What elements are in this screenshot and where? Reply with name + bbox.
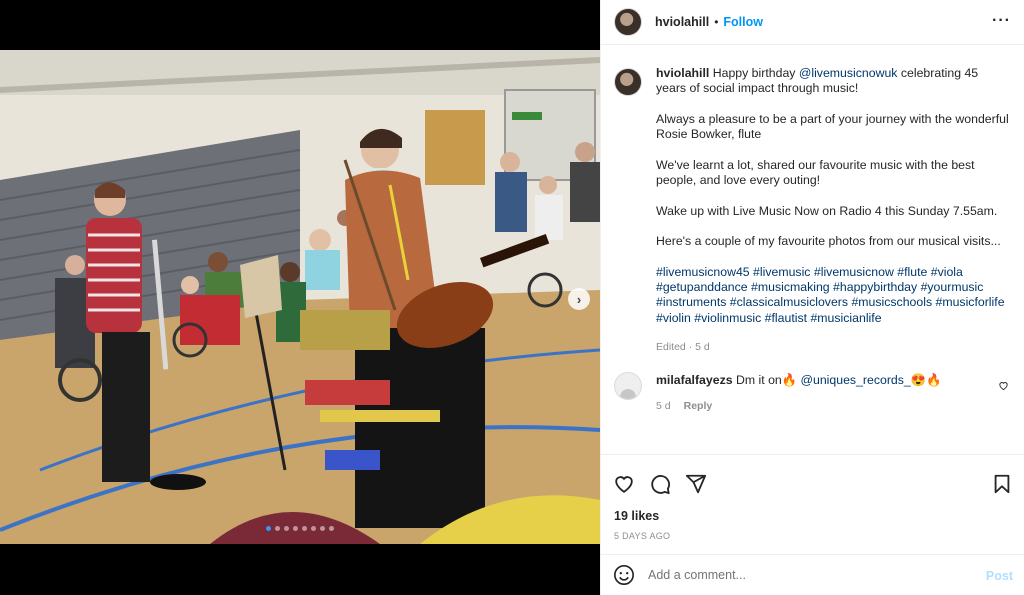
post-photo[interactable] xyxy=(0,50,600,544)
commenter-username[interactable]: milafalfayezs xyxy=(656,373,733,387)
comment-input[interactable] xyxy=(648,568,968,582)
caption-line1-pre: Happy birthday xyxy=(712,66,799,80)
caption-meta: Edited · 5 d xyxy=(656,341,710,354)
caption-mention-link[interactable]: @livemusicnowuk xyxy=(799,66,898,80)
reply-button[interactable]: Reply xyxy=(684,400,713,412)
share-icon[interactable] xyxy=(685,473,707,495)
post-actions: 19 likes 5 DAYS AGO xyxy=(601,454,1024,554)
header-separator: • xyxy=(714,15,719,29)
caption-paragraph: Here's a couple of my favourite photos f… xyxy=(656,234,1001,249)
heart-icon[interactable] xyxy=(613,473,635,495)
chevron-right-icon: › xyxy=(576,291,582,307)
comment-text-pre: Dm it on🔥 xyxy=(735,373,801,388)
author-username[interactable]: hviolahill xyxy=(655,15,709,29)
caption-text: hviolahill Happy birthday @livemusicnowu… xyxy=(656,66,1011,355)
comment-like-heart-icon[interactable] xyxy=(998,380,1009,391)
carousel-dot xyxy=(320,526,325,531)
emoji-icon[interactable] xyxy=(613,564,635,586)
more-options-icon[interactable]: ··· xyxy=(992,12,1011,30)
comment-row: milafalfayezs Dm it on🔥 @uniques_records… xyxy=(614,372,1011,414)
action-icons xyxy=(613,473,707,495)
comment-meta: 5 d Reply xyxy=(656,398,941,414)
comments-section: hviolahill Happy birthday @livemusicnowu… xyxy=(601,46,1024,454)
caption-username[interactable]: hviolahill xyxy=(656,66,709,80)
bookmark-icon[interactable] xyxy=(991,473,1013,495)
carousel-next-button[interactable]: › xyxy=(568,288,590,310)
comment-text-post: 😍🔥 xyxy=(910,373,942,388)
carousel-dot xyxy=(293,526,298,531)
post-date: 5 DAYS AGO xyxy=(614,531,671,541)
post-media: › xyxy=(0,0,600,595)
caption-paragraph: We've learnt a lot, shared our favourite… xyxy=(656,157,975,188)
post-side-panel: hviolahill • Follow ··· hviolahill Happy… xyxy=(600,0,1024,595)
carousel-dots xyxy=(266,526,334,531)
follow-button[interactable]: Follow xyxy=(723,15,763,29)
comment-icon[interactable] xyxy=(649,473,671,495)
carousel-dot xyxy=(275,526,280,531)
caption-row: hviolahill Happy birthday @livemusicnowu… xyxy=(614,66,1011,355)
caption-paragraph: Always a pleasure to be a part of your j… xyxy=(656,111,1009,142)
carousel-dot xyxy=(329,526,334,531)
carousel-dot xyxy=(302,526,307,531)
caption-hashtags[interactable]: #livemusicnow45 #livemusic #livemusicnow… xyxy=(656,265,1011,326)
comment-mention-link[interactable]: @uniques_records_ xyxy=(801,373,911,387)
caption-paragraph: Wake up with Live Music Now on Radio 4 t… xyxy=(656,203,998,218)
carousel-dot xyxy=(266,526,271,531)
comment-time: 5 d xyxy=(656,400,671,413)
add-comment-bar: Post xyxy=(601,554,1024,595)
carousel-dot xyxy=(311,526,316,531)
carousel-dot xyxy=(284,526,289,531)
post-header: hviolahill • Follow ··· xyxy=(601,0,1024,45)
likes-count[interactable]: 19 likes xyxy=(614,509,659,523)
caption-avatar[interactable] xyxy=(614,68,642,96)
post-comment-button[interactable]: Post xyxy=(986,569,1013,583)
author-avatar[interactable] xyxy=(614,8,642,36)
photo-illustration xyxy=(0,50,600,544)
comment-body: milafalfayezs Dm it on🔥 @uniques_records… xyxy=(656,372,941,414)
commenter-avatar[interactable] xyxy=(614,372,642,401)
